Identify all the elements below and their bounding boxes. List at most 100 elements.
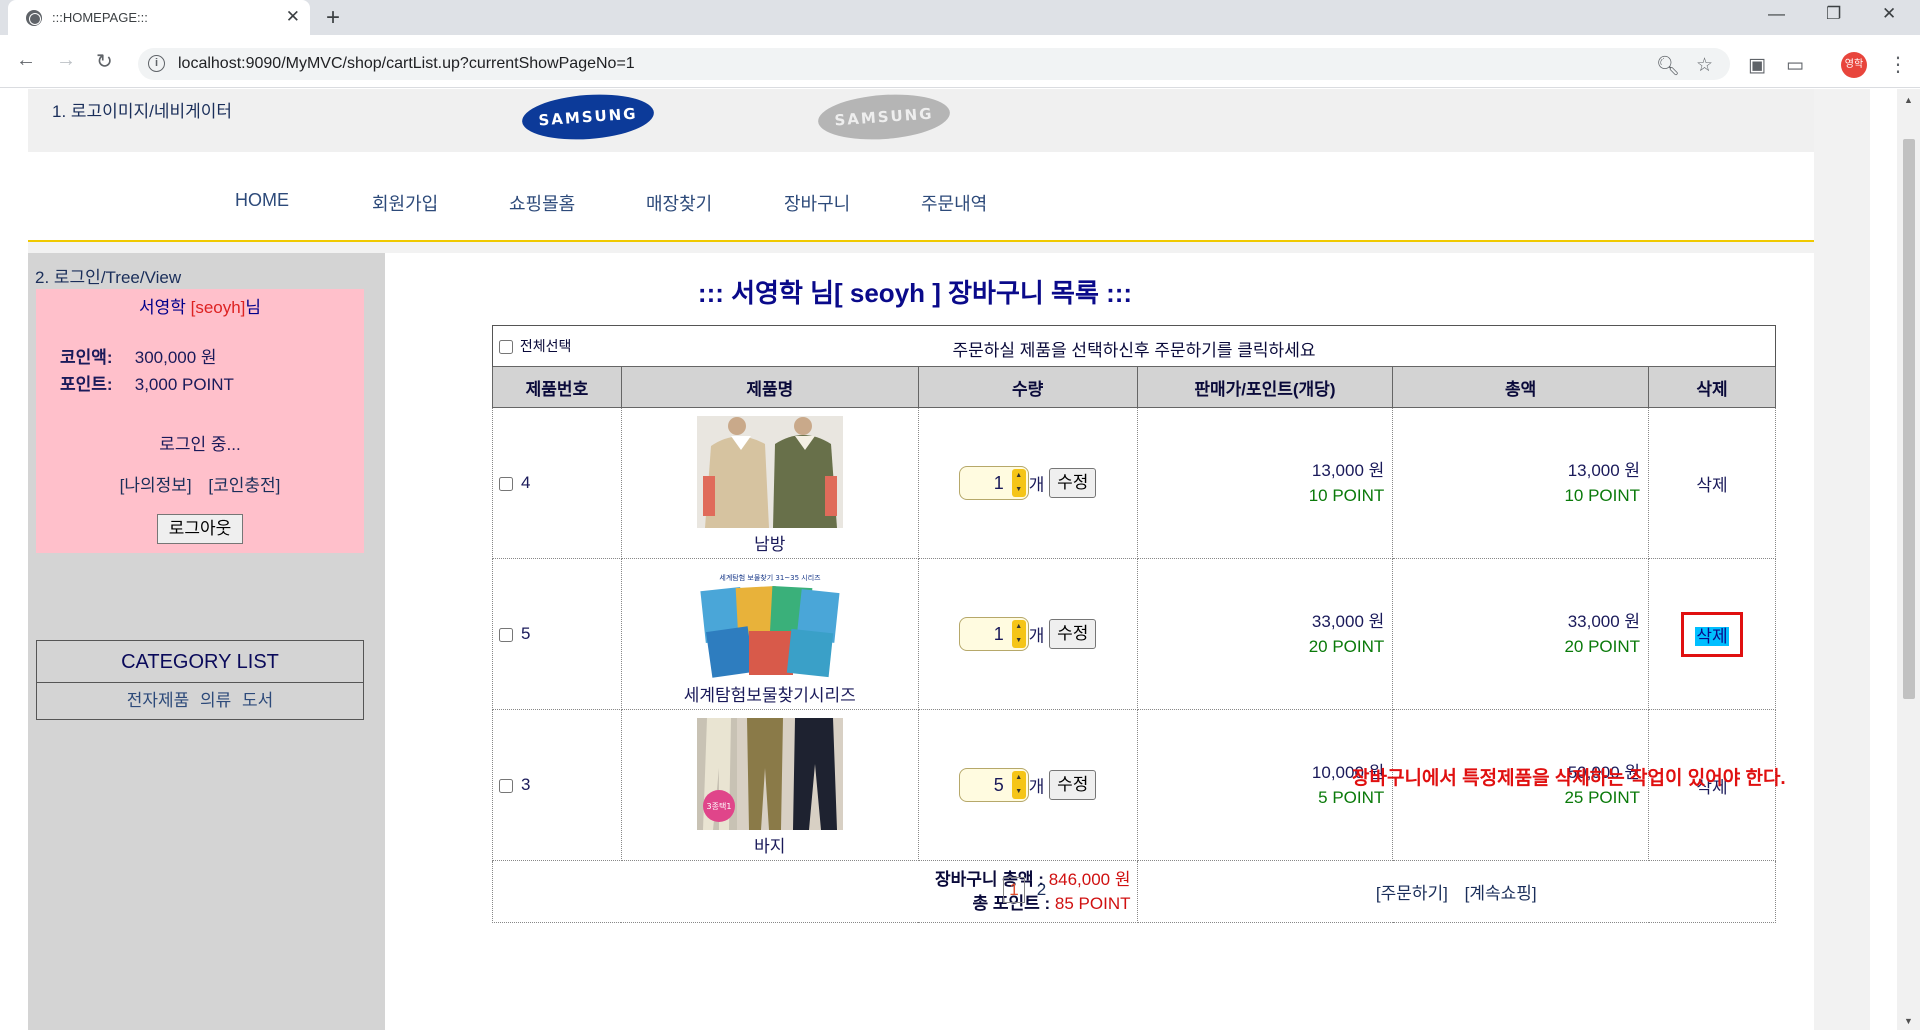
cart-summary-row: 장바구니 총액 : 846,000 원 총 포인트 : 85 POINT [주문… xyxy=(492,860,1777,923)
logo-area: 1. 로고이미지/네비게이터 SAMSUNG SAMSUNG xyxy=(28,89,1814,152)
globe-icon xyxy=(26,10,42,26)
browser-tabbar: :::HOMEPAGE::: ✕ + — ❐ ✕ xyxy=(0,0,1920,35)
unit-point: 10 POINT xyxy=(1308,486,1385,505)
continue-shopping-link[interactable]: [계속쇼핑] xyxy=(1465,884,1537,903)
quantity-stepper[interactable]: 1 ▲ ▼ xyxy=(958,466,1029,500)
scrollbar-thumb[interactable] xyxy=(1903,139,1915,699)
quantity-unit: 개 xyxy=(1028,475,1045,495)
page-link[interactable]: 2 xyxy=(1037,880,1046,900)
page-scrollbar[interactable]: ▲ ▼ xyxy=(1897,89,1920,1030)
coin-label: 코인액: xyxy=(60,348,113,367)
spinner-arrows-icon[interactable]: ▲ ▼ xyxy=(1011,620,1026,648)
scroll-down-icon[interactable]: ▼ xyxy=(1904,1016,1913,1026)
svg-text:세계탐험 보물찾기 31~35 시리즈: 세계탐험 보물찾기 31~35 시리즈 xyxy=(719,573,821,582)
back-icon[interactable]: ← xyxy=(16,49,36,72)
extension-icon[interactable]: ▣ xyxy=(1748,54,1766,77)
delete-highlight-box: 삭제 xyxy=(1681,611,1743,657)
product-name-cell: 세계탐험 보물찾기 31~35 시리즈 세계탐험보물찾기시리즈 xyxy=(620,558,919,710)
unit-price: 13,000 원 xyxy=(1311,461,1385,480)
login-info-box: 서영학 [seoyh]님 코인액: 300,000 원 포인트: 3,000 P… xyxy=(36,289,364,553)
close-tab-icon[interactable]: ✕ xyxy=(286,7,300,27)
point-row: 포인트: 3,000 POINT xyxy=(60,370,234,395)
point-total-value: 85 POINT xyxy=(1054,893,1131,913)
delete-cell: 삭제 xyxy=(1648,558,1776,710)
delete-link[interactable]: 삭제 xyxy=(1696,476,1727,495)
category-clothing[interactable]: 의류 xyxy=(200,691,231,710)
info-icon[interactable]: i xyxy=(148,55,165,72)
product-no: 4 xyxy=(521,473,531,492)
forward-icon[interactable]: → xyxy=(56,49,76,72)
unit-price-cell: 33,000 원 20 POINT xyxy=(1136,558,1394,710)
delete-link[interactable]: 삭제 xyxy=(1695,626,1729,646)
user-suffix: 님 xyxy=(245,298,262,317)
update-quantity-button[interactable]: 수정 xyxy=(1049,619,1097,649)
spinner-arrows-icon[interactable]: ▲ ▼ xyxy=(1011,469,1026,497)
user-greeting: 서영학 [seoyh]님 xyxy=(36,293,364,318)
browser-tab[interactable]: :::HOMEPAGE::: ✕ xyxy=(8,0,310,35)
nav-home[interactable]: HOME xyxy=(235,190,289,211)
user-name: 서영학 xyxy=(138,298,186,317)
item-checkbox[interactable] xyxy=(499,627,513,642)
nav-order-history[interactable]: 주문내역 xyxy=(921,190,987,216)
product-name[interactable]: 남방 xyxy=(622,530,918,555)
coin-row: 코인액: 300,000 원 xyxy=(60,343,217,368)
category-books[interactable]: 도서 xyxy=(242,691,273,710)
product-no-cell: 4 xyxy=(492,407,622,559)
update-quantity-button[interactable]: 수정 xyxy=(1049,770,1097,800)
quantity-value: 1 xyxy=(993,473,1004,493)
window-close-icon[interactable]: ✕ xyxy=(1882,4,1896,24)
pagination: 1 2 xyxy=(1003,877,1046,903)
spinner-arrows-icon[interactable]: ▲ ▼ xyxy=(1011,771,1026,799)
item-checkbox[interactable] xyxy=(499,778,513,793)
nav-store-finder[interactable]: 매장찾기 xyxy=(646,190,712,216)
menu-dots-icon[interactable]: ⋮ xyxy=(1888,52,1908,77)
update-quantity-button[interactable]: 수정 xyxy=(1049,468,1097,498)
new-tab-icon[interactable]: + xyxy=(326,4,340,32)
col-product-name: 제품명 xyxy=(620,366,919,408)
reload-icon[interactable]: ↻ xyxy=(96,49,113,74)
unit-price: 33,000 원 xyxy=(1311,612,1385,631)
category-electronics[interactable]: 전자제품 xyxy=(127,691,190,710)
nav-cart[interactable]: 장바구니 xyxy=(784,190,850,216)
col-quantity: 수량 xyxy=(917,366,1138,408)
nav-signup[interactable]: 회원가입 xyxy=(372,190,438,216)
item-checkbox[interactable] xyxy=(499,476,513,491)
pants-product-image[interactable]: 3종택1 xyxy=(696,717,843,830)
product-name[interactable]: 세계탐험보물찾기시리즈 xyxy=(622,681,918,706)
quantity-stepper[interactable]: 5 ▲ ▼ xyxy=(958,768,1029,802)
main-navigation: HOME 회원가입 쇼핑몰홈 매장찾기 장바구니 주문내역 xyxy=(28,152,1814,242)
page-current[interactable]: 1 xyxy=(1003,877,1025,903)
coin-charge-link[interactable]: [코인충전] xyxy=(208,476,280,495)
order-link[interactable]: [주문하기] xyxy=(1376,884,1448,903)
book-series-product-image[interactable]: 세계탐험 보물찾기 31~35 시리즈 xyxy=(696,566,843,679)
url-text: localhost:9090/MyMVC/shop/cartList.up?cu… xyxy=(178,55,635,72)
zoom-icon[interactable]: 🔍︎ xyxy=(1656,54,1680,78)
quantity-unit: 개 xyxy=(1028,777,1045,797)
minimize-icon[interactable]: — xyxy=(1768,4,1785,24)
category-list: CATEGORY LIST 전자제품 의류 도서 xyxy=(36,640,364,720)
cart-title: ::: 서영학 님[ seoyh ] 장바구니 목록 ::: xyxy=(697,278,1133,308)
quantity-cell: 1 ▲ ▼ 개 수정 xyxy=(917,558,1138,710)
product-no: 3 xyxy=(521,775,531,794)
product-name[interactable]: 바지 xyxy=(622,832,918,857)
address-bar[interactable]: i localhost:9090/MyMVC/shop/cartList.up?… xyxy=(138,48,1730,80)
cast-icon[interactable]: ▭ xyxy=(1786,54,1804,77)
login-status: 로그인 중... xyxy=(159,435,241,454)
shirt-product-image[interactable] xyxy=(696,415,843,528)
cart-table-top-row: 전체선택 주문하실 제품을 선택하신후 주문하기를 클릭하세요 xyxy=(492,325,1776,367)
tab-title: :::HOMEPAGE::: xyxy=(52,10,148,25)
col-total: 총액 xyxy=(1392,366,1650,408)
quantity-stepper[interactable]: 1 ▲ ▼ xyxy=(958,617,1029,651)
total-price: 13,000 원 xyxy=(1567,461,1641,480)
my-info-link[interactable]: [나의정보] xyxy=(120,476,192,495)
logo-area-label: 1. 로고이미지/네비게이터 xyxy=(52,102,233,121)
restore-icon[interactable]: ❐ xyxy=(1826,4,1841,24)
samsung-logo-gray[interactable]: SAMSUNG xyxy=(816,90,952,144)
logout-button[interactable]: 로그아웃 xyxy=(157,514,243,544)
bookmark-star-icon[interactable]: ☆ xyxy=(1696,54,1713,77)
scroll-up-icon[interactable]: ▲ xyxy=(1904,95,1913,105)
nav-shop-home[interactable]: 쇼핑몰홈 xyxy=(509,190,575,216)
profile-avatar[interactable]: 영학 xyxy=(1841,52,1867,78)
product-no: 5 xyxy=(521,624,531,643)
samsung-logo-blue[interactable]: SAMSUNG xyxy=(520,90,656,144)
